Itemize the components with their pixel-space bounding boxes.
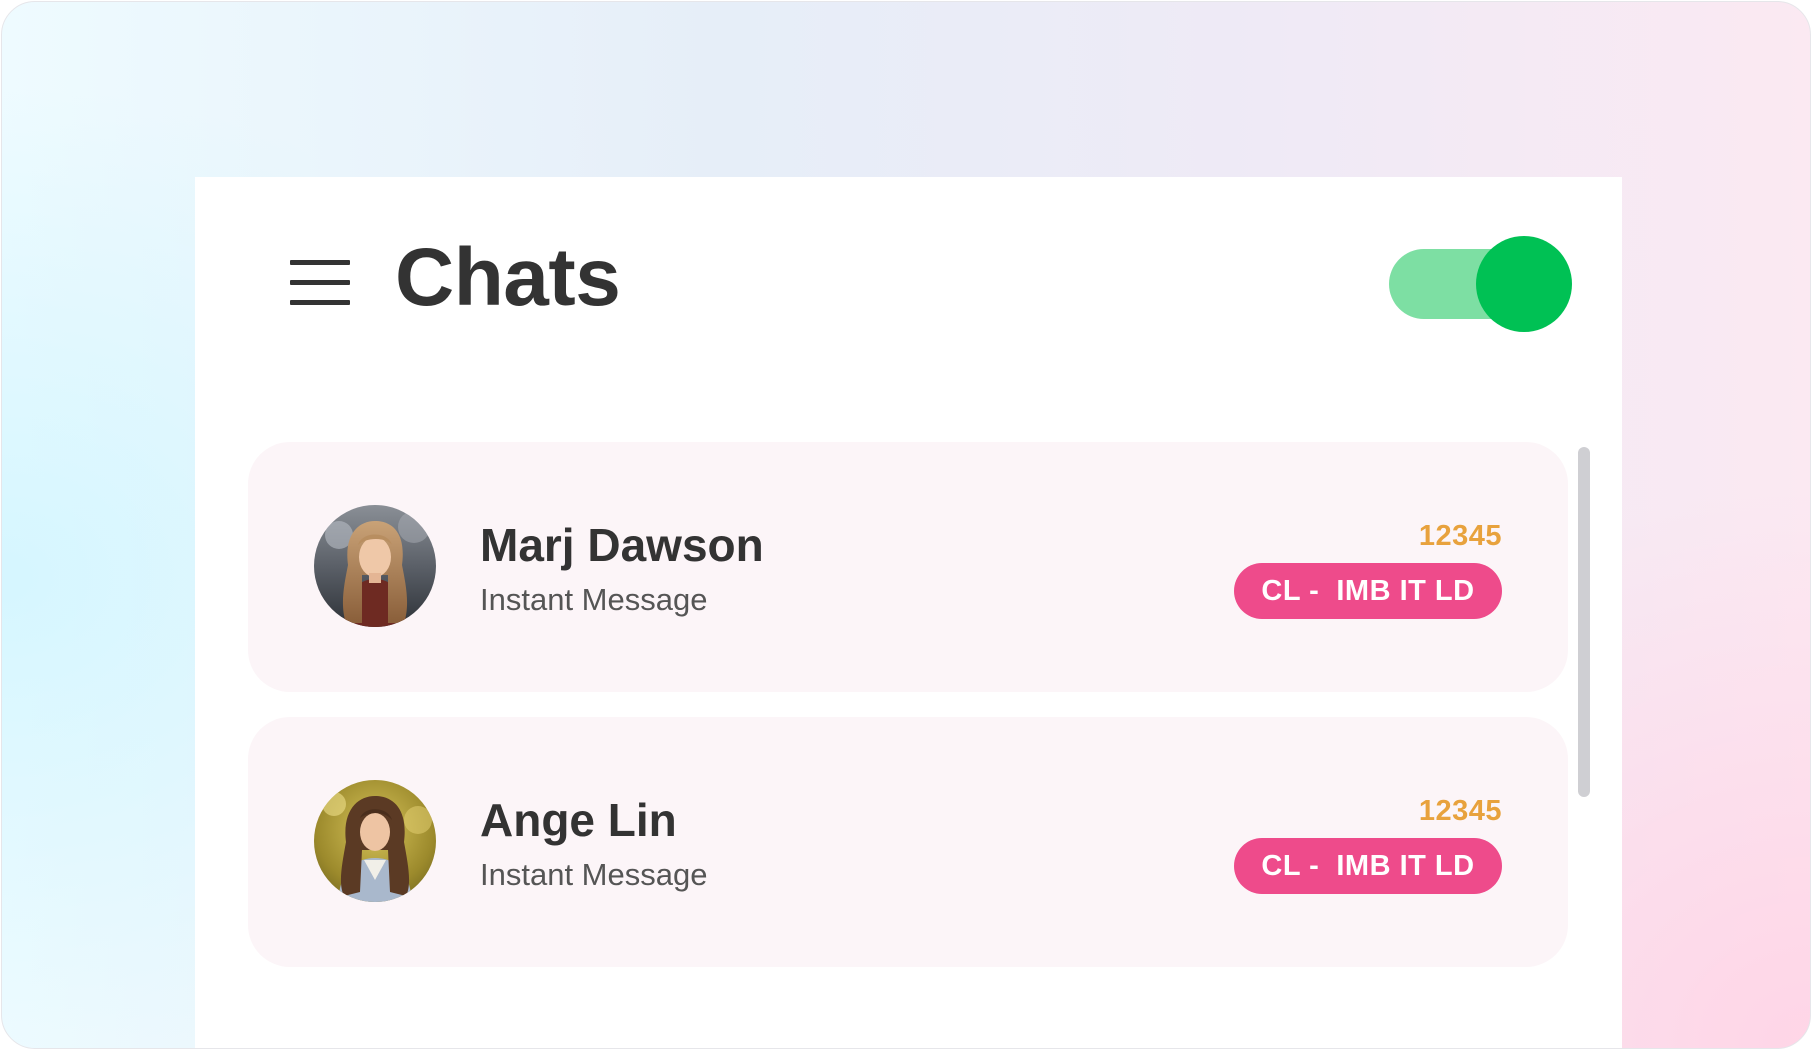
ticket-number: 12345 [1418, 520, 1502, 552]
status-toggle[interactable] [1389, 234, 1572, 332]
toggle-knob [1476, 236, 1572, 332]
hamburger-menu-icon[interactable] [290, 260, 350, 306]
chats-panel: Chats Marj Dawson Instant Message 12345 … [195, 177, 1622, 1048]
scrollbar[interactable] [1578, 447, 1590, 797]
avatar [314, 780, 436, 902]
menu-line [290, 260, 350, 265]
status-badge[interactable]: CL - IMB IT LD [1234, 563, 1502, 619]
avatar-photo-icon [314, 780, 436, 902]
message-type: Instant Message [480, 582, 708, 617]
chat-list: Marj Dawson Instant Message 12345 CL - I… [248, 442, 1568, 1022]
message-type: Instant Message [480, 857, 708, 892]
chat-list-item[interactable]: Ange Lin Instant Message 12345 CL - IMB … [248, 717, 1568, 967]
avatar-photo-icon [314, 505, 436, 627]
menu-line [290, 280, 350, 285]
chat-list-item[interactable]: Marj Dawson Instant Message 12345 CL - I… [248, 442, 1568, 692]
page-title: Chats [395, 232, 621, 323]
menu-line [290, 300, 350, 305]
app-frame: Chats Marj Dawson Instant Message 12345 … [1, 1, 1811, 1049]
ticket-number: 12345 [1418, 795, 1502, 827]
avatar [314, 505, 436, 627]
contact-name: Ange Lin [480, 794, 677, 846]
status-badge[interactable]: CL - IMB IT LD [1234, 838, 1502, 894]
contact-name: Marj Dawson [480, 519, 764, 571]
